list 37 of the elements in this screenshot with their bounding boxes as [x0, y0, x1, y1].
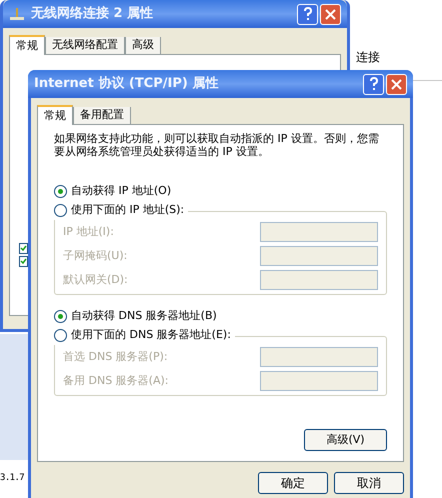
tab[interactable]: 高级 [125, 37, 161, 54]
tab[interactable]: 常规 [37, 105, 73, 125]
help-icon [368, 77, 378, 91]
radio-label[interactable]: 使用下面的 IP 地址(S): [71, 202, 184, 219]
field-label: 备用 DNS 服务器(A): [63, 372, 168, 389]
radio-label[interactable]: 使用下面的 DNS 服务器地址(E): [71, 327, 231, 344]
radio-label[interactable]: 自动获得 IP 地址(O) [71, 183, 172, 200]
radio-button[interactable] [54, 329, 67, 342]
window-title: Internet 协议 (TCP/IP) 属性 [34, 74, 220, 94]
description-text: 如果网络支持此功能，则可以获取自动指派的 IP 设置。否则，您需要从网络系统管理员处获得适当的 IP 设置。 [54, 132, 380, 158]
radio-button[interactable] [54, 310, 67, 323]
field-label: 默认网关(D): [63, 272, 128, 288]
network-icon [9, 7, 25, 21]
field-label: IP 地址(I): [63, 224, 114, 240]
field-label: 子网掩码(U): [63, 248, 128, 264]
window-title: 无线网络连接 2 属性 [31, 4, 154, 24]
tab[interactable]: 无线网络配置 [45, 37, 125, 54]
field-label: 首选 DNS 服务器(P): [63, 348, 168, 365]
close-icon [325, 8, 336, 20]
radio-button[interactable] [54, 185, 67, 198]
help-icon [302, 7, 312, 21]
dialog-button[interactable]: 确定 [258, 472, 328, 494]
advanced-button[interactable]: 高级(V) [304, 429, 387, 451]
close-icon [391, 78, 402, 90]
checkbox[interactable] [19, 256, 28, 267]
desktop-label: 连接 [356, 50, 380, 64]
radio-label[interactable]: 自动获得 DNS 服务器地址(B) [71, 308, 217, 325]
radio-button[interactable] [54, 204, 67, 217]
checkbox[interactable] [19, 243, 28, 254]
dialog-button[interactable]: 取消 [334, 472, 404, 494]
close-button[interactable] [320, 4, 341, 24]
tab[interactable]: 常规 [9, 35, 45, 55]
desktop-label: 3.1.7 [0, 472, 24, 485]
help-button[interactable] [363, 74, 384, 94]
help-button[interactable] [297, 4, 318, 24]
close-button[interactable] [386, 74, 407, 94]
tab[interactable]: 备用配置 [73, 107, 131, 124]
